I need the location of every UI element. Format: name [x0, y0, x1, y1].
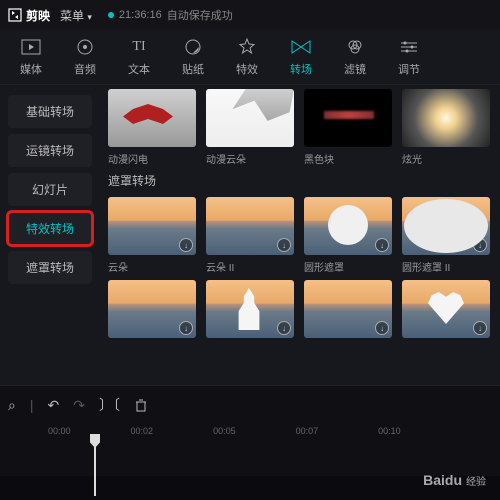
download-icon[interactable]: ↓: [375, 321, 389, 335]
sticker-icon: [183, 37, 203, 57]
timeline-panel: ⌕ | ↶ ↷ 〕〔 00:00 00:02 00:05 00:07 00:10: [0, 385, 500, 476]
transition-card[interactable]: ↓云朵: [108, 197, 196, 274]
transition-card[interactable]: 动漫云朵: [206, 89, 294, 166]
text-icon: TI: [129, 37, 149, 57]
transition-icon: [291, 37, 311, 57]
download-icon[interactable]: ↓: [473, 238, 487, 252]
redo-icon[interactable]: ↷: [73, 397, 85, 414]
top-tabs: 媒体 音频 TI 文本 贴纸 特效 转场 滤镜 调节: [0, 30, 500, 85]
transition-card[interactable]: 黑色块: [304, 89, 392, 166]
transition-card[interactable]: ↓: [206, 280, 294, 338]
tab-transition[interactable]: 转场: [278, 37, 324, 77]
category-sidebar: 基础转场 运镜转场 幻灯片 特效转场 遮罩转场: [0, 85, 100, 385]
transition-card[interactable]: ↓: [108, 280, 196, 338]
tab-sticker[interactable]: 贴纸: [170, 37, 216, 77]
autosave-status: 21:36:16 自动保存成功: [108, 7, 233, 23]
menu-button[interactable]: 菜单 ▾: [60, 7, 92, 24]
tab-effects[interactable]: 特效: [224, 37, 270, 77]
sidebar-item-mask[interactable]: 遮罩转场: [8, 251, 92, 284]
adjust-icon: [399, 37, 419, 57]
transition-gallery: 动漫闪电 动漫云朵 黑色块 炫光 遮罩转场 ↓云朵 ↓云朵 II ↓圆形遮罩 ↓…: [100, 85, 500, 385]
download-icon[interactable]: ↓: [179, 238, 193, 252]
tab-filter[interactable]: 滤镜: [332, 37, 378, 77]
delete-icon[interactable]: [134, 398, 148, 412]
tab-adjust[interactable]: 调节: [386, 37, 432, 77]
transition-card[interactable]: ↓: [304, 280, 392, 338]
media-icon: [21, 37, 41, 57]
tab-media[interactable]: 媒体: [8, 37, 54, 77]
section-title: 遮罩转场: [108, 172, 492, 189]
transition-card[interactable]: 炫光: [402, 89, 490, 166]
download-icon[interactable]: ↓: [277, 238, 291, 252]
transition-card[interactable]: 动漫闪电: [108, 89, 196, 166]
tab-audio[interactable]: 音频: [62, 37, 108, 77]
watermark: Baidu经验: [423, 472, 486, 488]
download-icon[interactable]: ↓: [375, 238, 389, 252]
sidebar-item-slide[interactable]: 幻灯片: [8, 173, 92, 206]
pointer-tool-icon[interactable]: ⌕: [8, 397, 16, 414]
tab-text[interactable]: TI 文本: [116, 37, 162, 77]
sidebar-item-camera[interactable]: 运镜转场: [8, 134, 92, 167]
status-dot-icon: [108, 12, 114, 18]
transition-card[interactable]: ↓圆形遮罩 II: [402, 197, 490, 274]
transition-card[interactable]: ↓圆形遮罩: [304, 197, 392, 274]
audio-icon: [75, 37, 95, 57]
timeline-ruler[interactable]: 00:00 00:02 00:05 00:07 00:10: [8, 426, 492, 436]
sidebar-item-basic[interactable]: 基础转场: [8, 95, 92, 128]
app-logo: 剪映: [8, 7, 50, 24]
download-icon[interactable]: ↓: [473, 321, 487, 335]
download-icon[interactable]: ↓: [277, 321, 291, 335]
transition-card[interactable]: ↓云朵 II: [206, 197, 294, 274]
download-icon[interactable]: ↓: [179, 321, 193, 335]
app-name: 剪映: [26, 7, 50, 24]
undo-icon[interactable]: ↶: [47, 397, 59, 414]
split-icon[interactable]: 〕〔: [99, 395, 120, 415]
filter-icon: [345, 37, 365, 57]
effects-icon: [237, 37, 257, 57]
sidebar-item-fx[interactable]: 特效转场: [8, 212, 92, 245]
transition-card[interactable]: ↓: [402, 280, 490, 338]
playhead[interactable]: [8, 436, 492, 476]
